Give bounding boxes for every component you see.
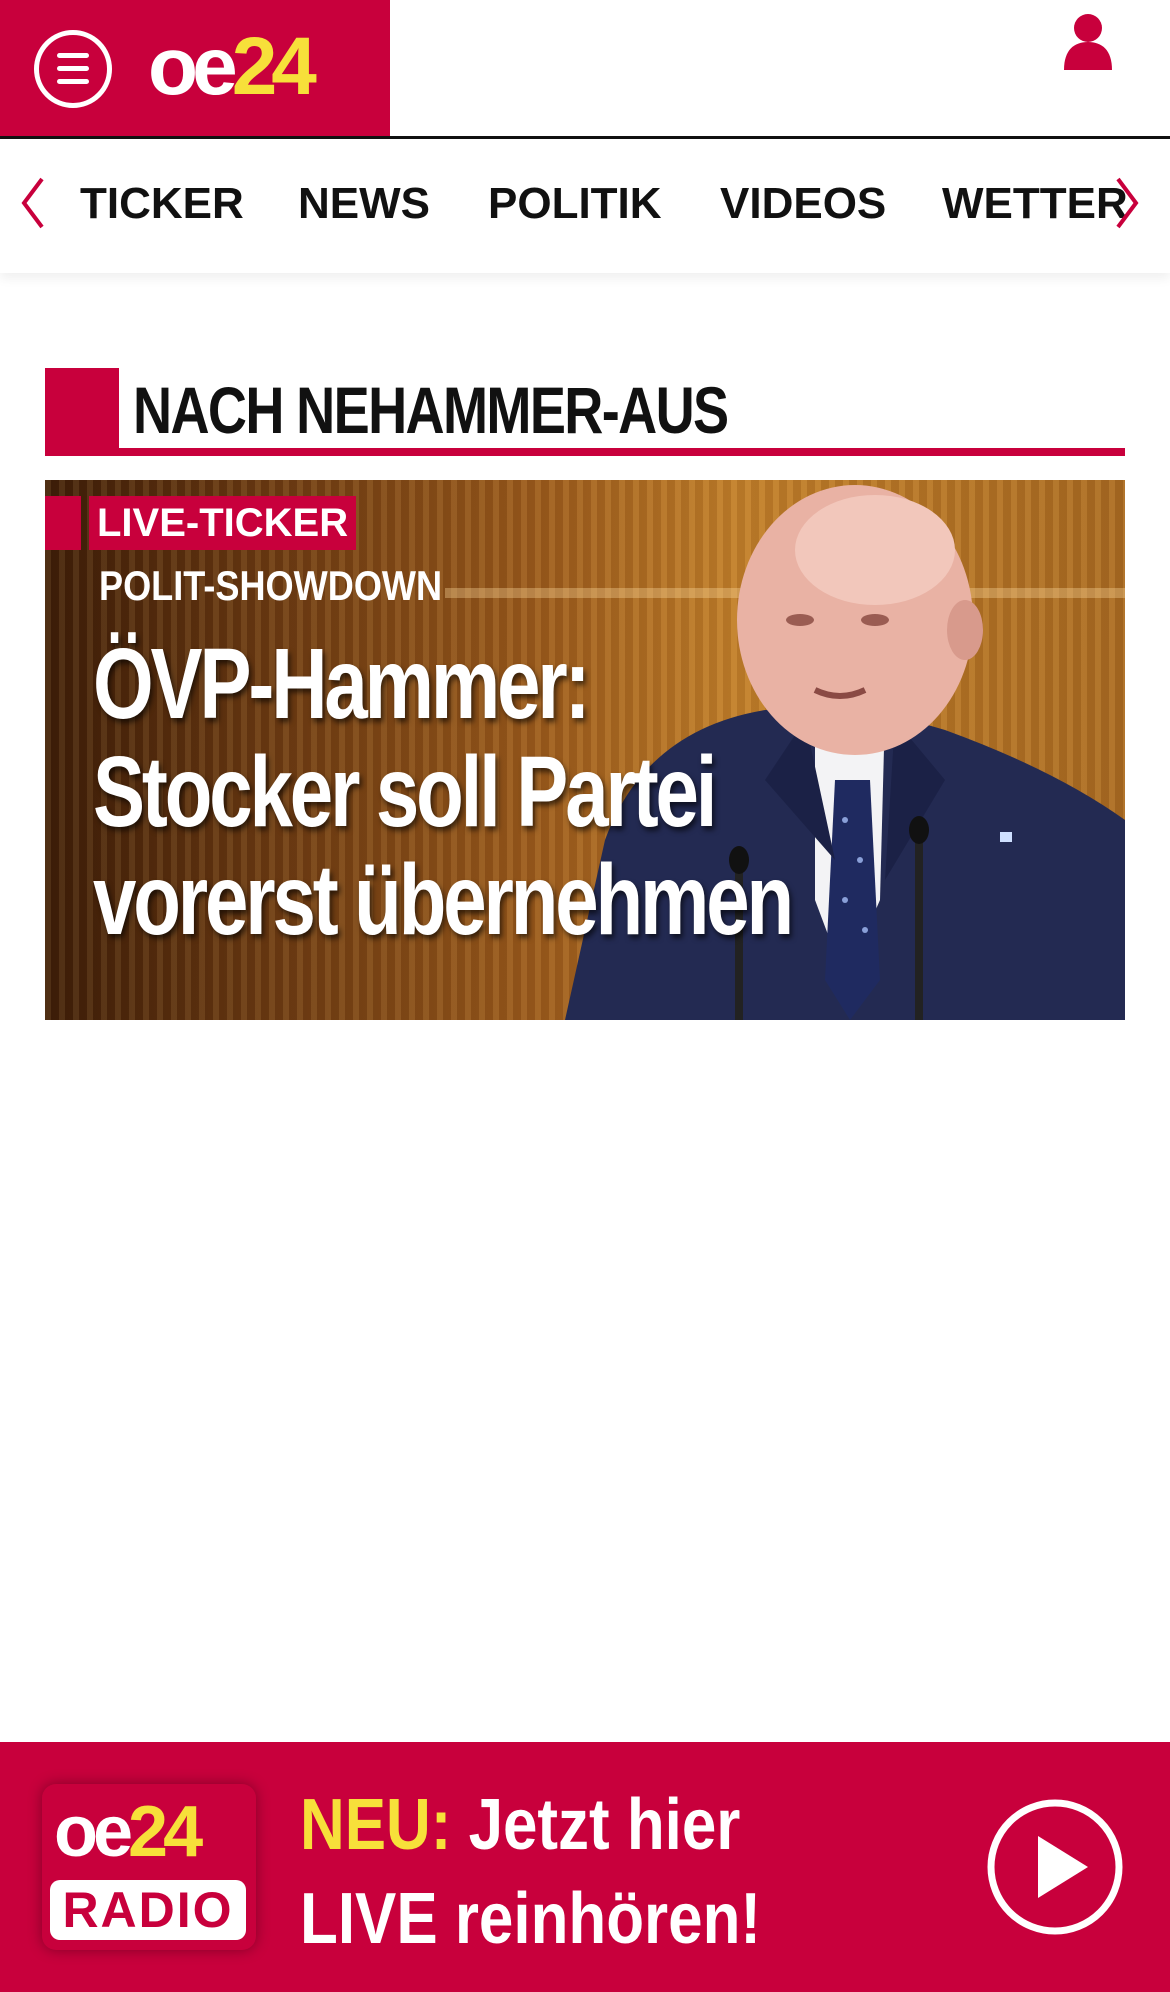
- chevron-right-icon[interactable]: [1112, 175, 1142, 231]
- radio-banner[interactable]: oe24 RADIO NEU: Jetzt hier LIVE reinhöre…: [0, 1742, 1170, 1992]
- section-underline: [45, 448, 1125, 456]
- new-label: NEU:: [300, 1785, 452, 1865]
- brand-box: oe24: [0, 0, 390, 138]
- live-ticker-badge: LIVE-TICKER: [89, 496, 357, 550]
- nav-item-politik[interactable]: POLITIK: [488, 177, 662, 231]
- user-icon[interactable]: [1062, 12, 1114, 70]
- teaser-headline[interactable]: ÖVP-Hammer: Stocker soll Partei vorerst …: [93, 630, 795, 954]
- section-marker: [45, 368, 119, 456]
- category-nav: TICKER NEWS POLITIK VIDEOS WETTER: [0, 139, 1170, 273]
- hamburger-menu-icon[interactable]: [34, 30, 112, 108]
- site-logo[interactable]: oe24: [148, 26, 317, 108]
- radio-logo-label: RADIO: [50, 1880, 246, 1940]
- radio-logo: oe24 RADIO: [42, 1784, 256, 1950]
- nav-item-videos[interactable]: VIDEOS: [720, 177, 886, 231]
- article-teaser[interactable]: LIVE-TICKER POLIT-SHOWDOWN ÖVP-Hammer: S…: [45, 480, 1125, 1020]
- live-marker: [45, 496, 81, 550]
- section-title[interactable]: NACH NEHAMMER-AUS: [133, 370, 729, 450]
- nav-item-ticker[interactable]: TICKER: [80, 177, 244, 231]
- site-header: oe24: [0, 0, 1170, 139]
- section-header: NACH NEHAMMER-AUS: [45, 368, 1125, 456]
- nav-item-wetter[interactable]: WETTER: [942, 177, 1128, 231]
- radio-promo-text: NEU: Jetzt hier LIVE reinhören!: [300, 1785, 762, 1959]
- play-icon[interactable]: [986, 1798, 1124, 1936]
- chevron-left-icon[interactable]: [18, 175, 48, 231]
- teaser-kicker: POLIT-SHOWDOWN: [99, 562, 443, 609]
- nav-item-news[interactable]: NEWS: [298, 177, 430, 231]
